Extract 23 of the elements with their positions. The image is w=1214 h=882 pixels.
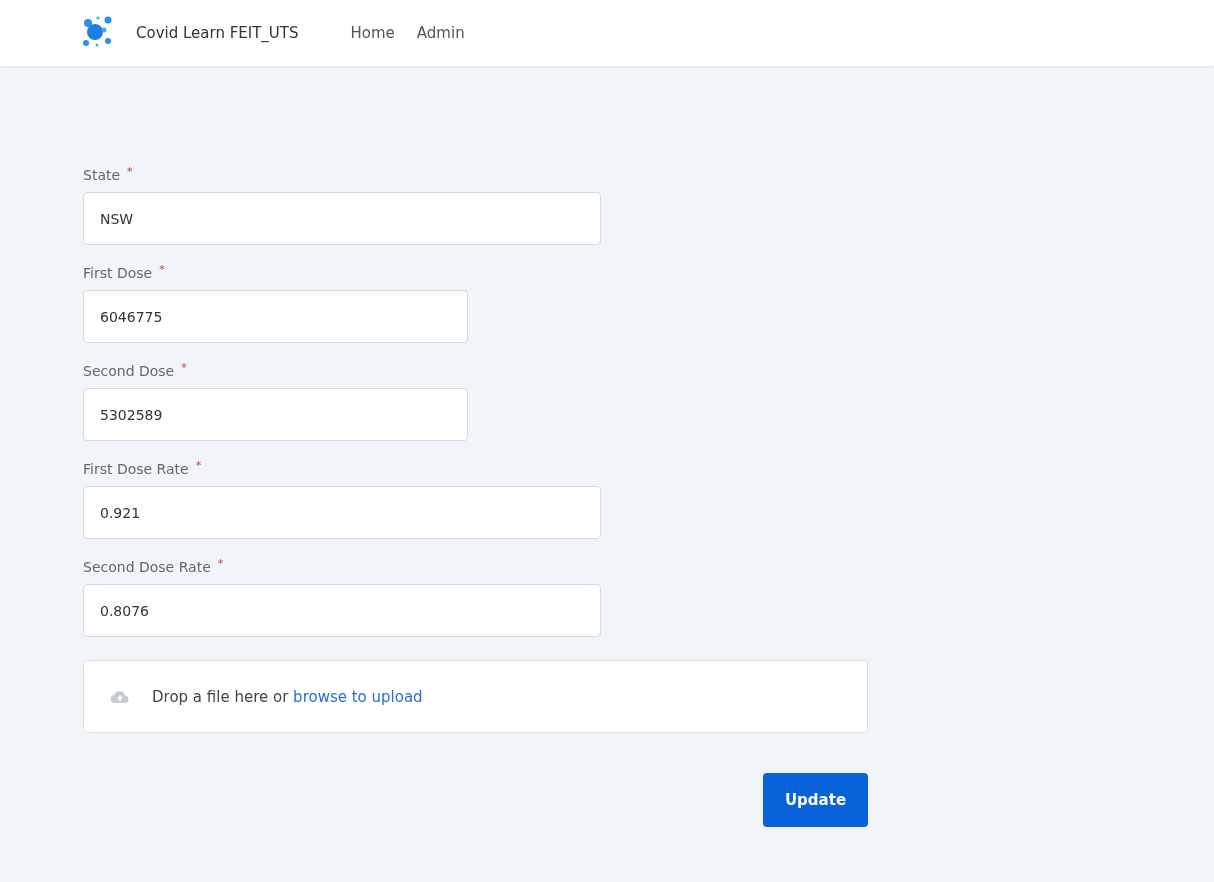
browse-link[interactable]: browse to upload xyxy=(293,687,423,706)
field-label: First Dose Rate xyxy=(83,460,189,479)
cloud-upload-icon xyxy=(110,689,130,704)
field-label: State xyxy=(83,166,121,185)
dropzone-text: Drop a file here or browse to upload xyxy=(152,687,423,706)
required-mark: * xyxy=(195,459,202,473)
required-mark: * xyxy=(159,263,165,277)
field-label: Second Dose xyxy=(83,362,175,381)
required-mark: * xyxy=(127,165,133,179)
input-field[interactable]: NSW xyxy=(83,192,601,245)
required-mark: * xyxy=(217,557,224,571)
field-label: First Dose xyxy=(83,264,153,283)
input-field[interactable]: 5302589 xyxy=(83,388,468,441)
update-button[interactable]: Update xyxy=(763,773,868,827)
file-dropzone[interactable]: Drop a file here or browse to upload xyxy=(83,660,868,733)
field-label: Second Dose Rate xyxy=(83,558,211,577)
input-field[interactable]: 6046775 xyxy=(83,290,468,343)
input-field[interactable]: 0.921 xyxy=(83,486,601,539)
nav-link[interactable]: Home xyxy=(350,24,395,42)
input-field[interactable]: 0.8076 xyxy=(83,584,601,637)
nav-link[interactable]: Admin xyxy=(416,24,465,42)
required-mark: * xyxy=(181,361,187,375)
app-title: Covid Learn FEIT_UTS xyxy=(136,24,299,42)
